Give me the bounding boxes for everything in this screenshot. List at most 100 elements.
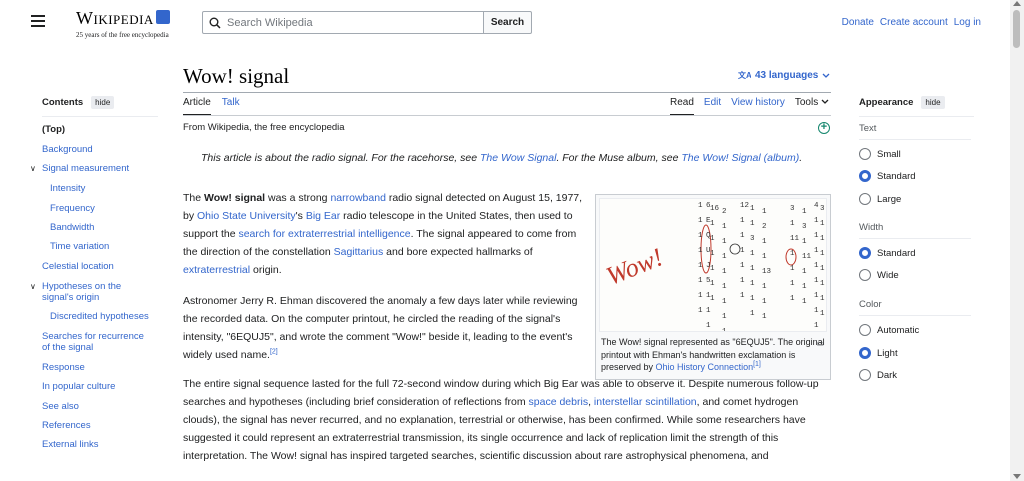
text-size-large[interactable]: Large xyxy=(859,193,901,205)
link-interstellar-scintillation[interactable]: interstellar scintillation xyxy=(594,396,697,408)
color-light[interactable]: Light xyxy=(859,347,898,359)
link-sagittarius[interactable]: Sagittarius xyxy=(334,246,384,258)
link-seti[interactable]: search for extraterrestrial intelligence xyxy=(238,228,410,240)
search-box[interactable] xyxy=(202,11,484,34)
wikipedia-logo[interactable]: Wikipedia 25 years of the free encyclope… xyxy=(76,8,170,39)
donate-link[interactable]: Donate xyxy=(842,17,874,28)
color-dark[interactable]: Dark xyxy=(859,369,897,381)
option-label: Standard xyxy=(877,170,916,182)
toc-item-signal-measurement[interactable]: ∨ Signal measurement xyxy=(30,163,130,174)
printout-value: 1 xyxy=(710,280,715,288)
search-input[interactable] xyxy=(227,16,467,29)
printout-value: 1 xyxy=(722,328,727,332)
tab-talk[interactable]: Talk xyxy=(222,97,240,116)
text: and bore expected hallmarks of xyxy=(383,246,533,258)
tab-view-history[interactable]: View history xyxy=(731,97,785,116)
tab-read[interactable]: Read xyxy=(670,97,694,116)
printout-value: 1 xyxy=(710,235,715,243)
toc-item-background[interactable]: Background xyxy=(42,144,93,155)
printout-value: 1 xyxy=(820,235,825,243)
toc-item-frequency[interactable]: Frequency xyxy=(50,203,95,214)
reference-1[interactable]: [1] xyxy=(753,361,761,368)
scroll-down-icon[interactable] xyxy=(1013,474,1021,479)
link-big-ear[interactable]: Big Ear xyxy=(306,210,340,222)
toc-item-see-also[interactable]: See also xyxy=(42,401,79,412)
scroll-up-icon[interactable] xyxy=(1013,1,1021,6)
printout-value: 1 xyxy=(762,283,767,291)
color-automatic[interactable]: Automatic xyxy=(859,324,919,336)
appearance-divider xyxy=(859,116,974,117)
printout-value: 1 xyxy=(722,283,727,291)
toc-item-hypotheses[interactable]: ∨ Hypotheses on the signal's origin xyxy=(30,281,142,303)
printout-value: 11 xyxy=(802,253,812,261)
printout-value: 1 xyxy=(706,322,711,330)
chevron-down-icon[interactable]: ∨ xyxy=(30,281,36,292)
radio-small[interactable] xyxy=(859,148,871,160)
language-button[interactable]: 文A 43 languages xyxy=(738,70,830,81)
printout-value: 1 xyxy=(698,277,703,285)
reference-2[interactable]: [2] xyxy=(270,349,278,356)
toc-item-discredited-hypotheses[interactable]: Discredited hypotheses xyxy=(50,311,149,322)
link-extraterrestrial[interactable]: extraterrestrial xyxy=(183,264,250,276)
bold-term: Wow! signal xyxy=(204,192,266,204)
toc-item-top[interactable]: (Top) xyxy=(42,124,65,135)
color-label: Color xyxy=(859,299,882,310)
printout-value: 1 xyxy=(814,277,819,285)
toc-hide-button[interactable]: hide xyxy=(91,96,115,109)
printout-image[interactable]: Wow! 111111111611111121111111116EQUJ5111… xyxy=(599,198,827,332)
toc-item-searches-recurrence[interactable]: Searches for recurrence of the signal xyxy=(42,331,154,353)
text-size-small[interactable]: Small xyxy=(859,148,901,160)
printout-value: 1 xyxy=(820,310,825,318)
printout-value: 1 xyxy=(820,250,825,258)
radio-color-automatic[interactable] xyxy=(859,324,871,336)
chevron-down-icon[interactable]: ∨ xyxy=(30,163,36,174)
tab-edit[interactable]: Edit xyxy=(704,97,721,116)
toc-item-references[interactable]: References xyxy=(42,420,91,431)
hatnote-link-racehorse[interactable]: The Wow Signal xyxy=(480,152,556,164)
width-standard[interactable]: Standard xyxy=(859,247,916,259)
svg-text:文A: 文A xyxy=(738,70,751,80)
toc-item-celestial-location[interactable]: Celestial location xyxy=(42,261,114,272)
tab-article[interactable]: Article xyxy=(183,97,211,116)
appearance-hide-button[interactable]: hide xyxy=(921,96,945,109)
logo-wordmark: Wikipedia xyxy=(76,8,154,28)
scroll-thumb[interactable] xyxy=(1013,10,1020,48)
printout-value: 12 xyxy=(740,202,749,210)
printout-value: 1 xyxy=(762,208,767,216)
toc-item-intensity[interactable]: Intensity xyxy=(50,183,85,194)
link-ohio-history[interactable]: Ohio History Connection xyxy=(656,362,754,372)
tools-menu[interactable]: Tools xyxy=(795,97,829,116)
hatnote-link-album[interactable]: The Wow! Signal (album) xyxy=(681,152,799,164)
radio-width-wide[interactable] xyxy=(859,269,871,281)
add-icon[interactable]: + xyxy=(818,122,830,134)
radio-width-standard[interactable] xyxy=(859,247,871,259)
radio-color-dark[interactable] xyxy=(859,369,871,381)
toc-item-popular-culture[interactable]: In popular culture xyxy=(42,381,115,392)
link-narrowband[interactable]: narrowband xyxy=(330,192,385,204)
enlarge-icon[interactable]: ▭ xyxy=(816,335,824,353)
radio-standard[interactable] xyxy=(859,170,871,182)
width-wide[interactable]: Wide xyxy=(859,269,899,281)
radio-large[interactable] xyxy=(859,193,871,205)
toc-label: Signal measurement xyxy=(42,163,130,174)
printout-value: 1 xyxy=(740,232,745,240)
link-ohio-state[interactable]: Ohio State University xyxy=(197,210,296,222)
login-link[interactable]: Log in xyxy=(954,17,981,28)
toc-item-external-links[interactable]: External links xyxy=(42,439,99,450)
color-divider xyxy=(859,315,971,316)
text-size-standard[interactable]: Standard xyxy=(859,170,916,182)
option-label: Large xyxy=(877,193,902,205)
page-scrollbar[interactable] xyxy=(1010,0,1024,481)
radio-color-light[interactable] xyxy=(859,347,871,359)
printout-value: 1 xyxy=(710,250,715,258)
link-space-debris[interactable]: space debris xyxy=(529,396,589,408)
toc-item-time-variation[interactable]: Time variation xyxy=(50,241,109,252)
search-button[interactable]: Search xyxy=(484,11,532,34)
text: origin. xyxy=(250,264,282,276)
toc-item-response[interactable]: Response xyxy=(42,362,85,373)
menu-icon[interactable] xyxy=(31,15,45,27)
toc-item-bandwidth[interactable]: Bandwidth xyxy=(50,222,94,233)
create-account-link[interactable]: Create account xyxy=(880,17,948,28)
search-form: Search xyxy=(202,11,532,34)
hatnote: This article is about the radio signal. … xyxy=(201,149,821,167)
